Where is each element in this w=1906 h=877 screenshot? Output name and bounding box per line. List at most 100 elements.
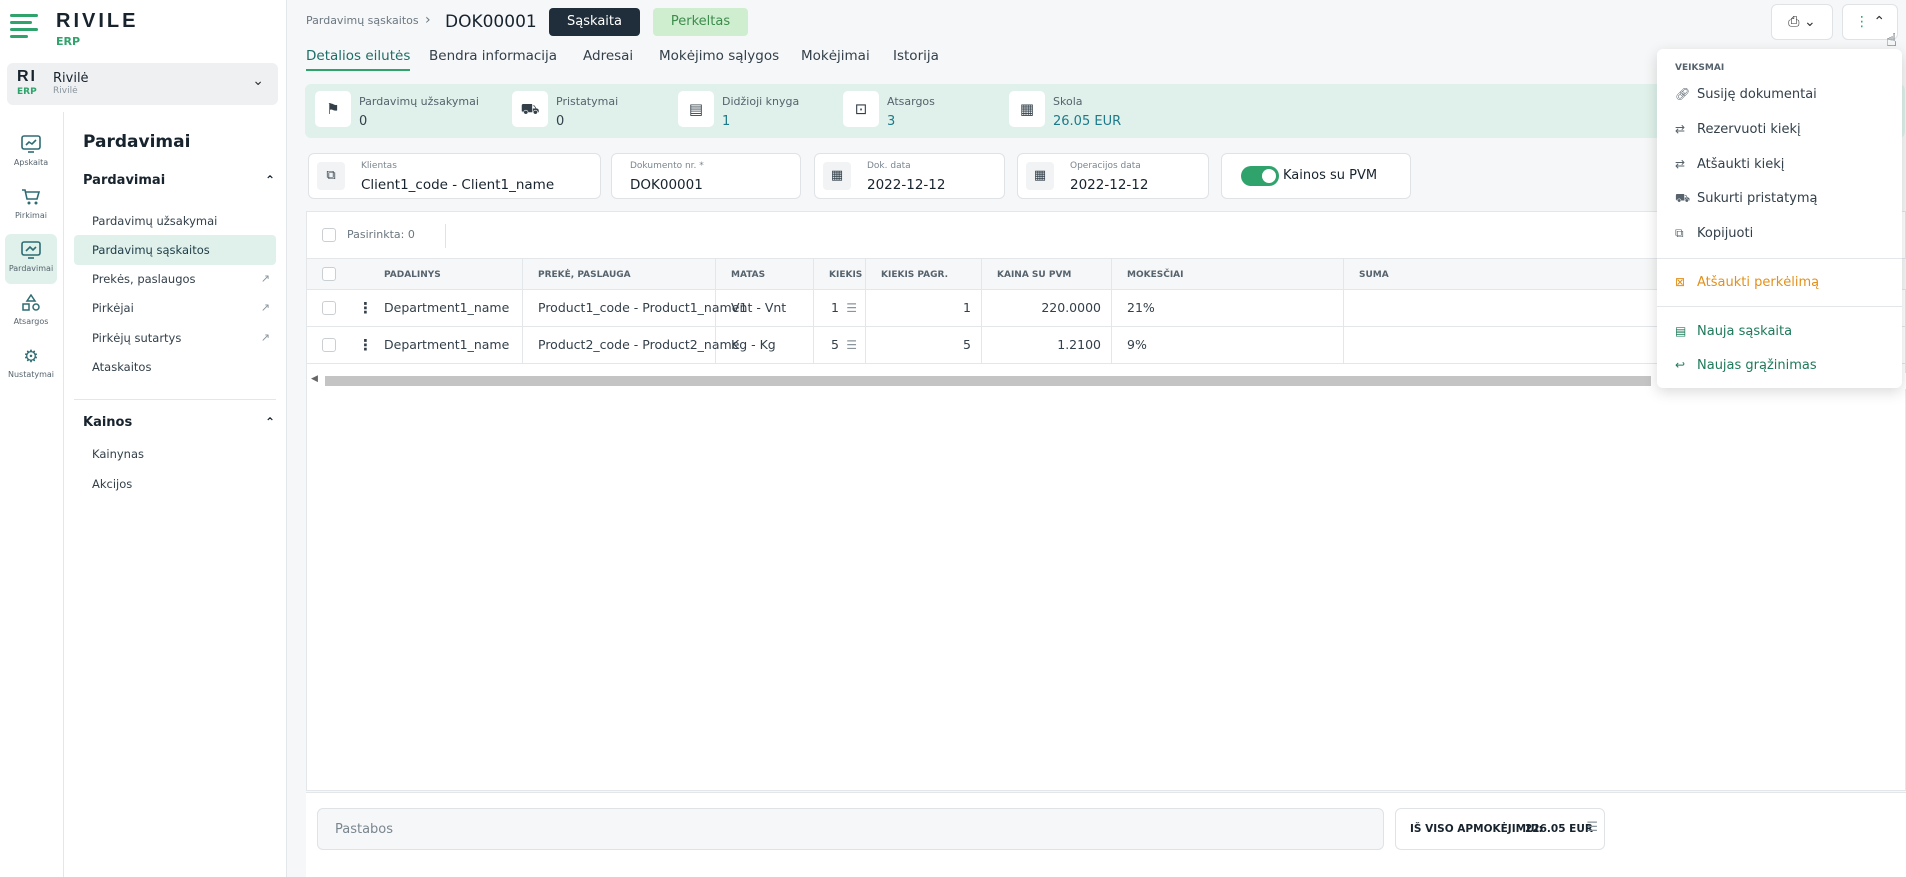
stat-value: 0 (359, 114, 368, 129)
column-header[interactable]: MOKESČIAI (1112, 259, 1344, 291)
link-icon: 🔗︎ (1675, 87, 1691, 101)
hamburger-icon[interactable] (10, 12, 48, 40)
vat-toggle-switch[interactable] (1241, 166, 1279, 186)
open-link-icon[interactable]: ⧉ (317, 162, 345, 190)
chevron-up-icon: ⌃ (1873, 14, 1886, 30)
chevron-right-icon: › (425, 12, 431, 28)
rail-item-atsargos[interactable]: Atsargos (5, 287, 57, 337)
rail-item-apskaita[interactable]: Apskaita (5, 128, 57, 178)
stat-pristatymai[interactable]: ⛟ Pristatymai 0 (512, 89, 662, 133)
cell-unit: Vnt - Vnt (716, 290, 814, 326)
column-header[interactable]: KIEKIS PAGR. (866, 259, 982, 291)
scroll-left-icon[interactable]: ◀ (311, 374, 318, 384)
column-header[interactable]: SUMA (1344, 259, 1504, 291)
menu-item-susije-dokumentai[interactable]: 🔗︎ Susiję dokumentai (1675, 81, 1890, 107)
menu-item-atsaukti-perkelima[interactable]: ⊠ Atšaukti perkėlimą (1675, 269, 1890, 295)
tab-mokejimai[interactable]: Mokėjimai (801, 48, 870, 64)
field-value: DOK00001 (630, 177, 703, 193)
menu-item-naujas-grazinimas[interactable]: ↩ Naujas grąžinimas (1675, 352, 1890, 378)
menu-item-label: Atšaukti kiekį (1697, 157, 1785, 172)
menu-item-kopijuoti[interactable]: ⧉ Kopijuoti (1675, 220, 1890, 246)
divider (445, 224, 446, 248)
calendar-icon[interactable]: ▦ (823, 162, 851, 190)
cell-quantity: 1 ☰ (814, 290, 866, 326)
document-date-field[interactable]: ▦ Dok. data 2022-12-12 (814, 153, 1005, 199)
tab-detalios-eilutes[interactable]: Detalios eilutės (306, 48, 411, 71)
tab-istorija[interactable]: Istorija (893, 48, 939, 64)
chevron-down-icon: ⌄ (1803, 14, 1816, 30)
select-all-checkbox[interactable] (322, 228, 336, 242)
menu-item-atsaukti-kieki[interactable]: ⇄ Atšaukti kiekį (1675, 151, 1890, 177)
brand-name: RIVILE (56, 10, 139, 32)
menu-section-pardavimai[interactable]: Pardavimai ⌃ (83, 173, 275, 195)
tab-mokejimo-salygos[interactable]: Mokėjimo sąlygos (659, 48, 779, 64)
cell-tax: 21% (1112, 290, 1344, 326)
menu-item-label: Pirkėjų sutartys (92, 331, 182, 345)
company-logo: RI (17, 68, 37, 85)
chevron-up-icon: ⌃ (264, 173, 275, 187)
cell-department: Department1_name (369, 327, 523, 363)
print-button[interactable]: ⎙ ⌄ (1771, 4, 1833, 40)
menu-item-rezervuoti-kieki[interactable]: ⇄ Rezervuoti kiekį (1675, 116, 1890, 142)
document-type-button[interactable]: Sąskaita (549, 8, 640, 36)
rail-item-pirkimai[interactable]: Pirkimai (5, 181, 57, 231)
field-label: Dok. data (867, 161, 911, 171)
stat-pardavimu-uzsakymai[interactable]: ⚑ Pardavimų užsakymai 0 (315, 89, 505, 133)
chart-icon (20, 135, 42, 155)
menu-item-prekes-paslaugos[interactable]: Prekės, paslaugos ↗ (74, 264, 276, 294)
menu-item-kainynas[interactable]: Kainynas (74, 439, 276, 469)
calendar-icon[interactable]: ▦ (1026, 162, 1054, 190)
menu-item-label: Ataskaitos (92, 360, 152, 374)
menu-item-pirkejai[interactable]: Pirkėjai ↗ (74, 293, 276, 323)
field-label: Dokumento nr. * (630, 161, 704, 171)
menu-item-sukurti-pristatyma[interactable]: ⛟ Sukurti pristatymą (1675, 185, 1890, 211)
menu-item-akcijos[interactable]: Akcijos (74, 469, 276, 499)
row-checkbox[interactable] (322, 301, 336, 315)
scrollbar-thumb[interactable] (325, 376, 1651, 386)
menu-item-nauja-saskaita[interactable]: ▤ Nauja sąskaita (1675, 318, 1890, 344)
row-checkbox[interactable] (322, 338, 336, 352)
stat-didzioji-knyga[interactable]: ▤ Didžioji knyga 1 (678, 89, 828, 133)
chevron-up-icon: ⌃ (264, 415, 275, 429)
tab-adresai[interactable]: Adresai (583, 48, 633, 64)
notes-input[interactable]: Pastabos (317, 808, 1384, 850)
column-header[interactable]: KAINA SU PVM (982, 259, 1112, 291)
column-header[interactable]: MATAS (716, 259, 814, 291)
stat-value: 0 (556, 114, 565, 129)
menu-item-label: Pardavimų užsakymai (92, 214, 218, 228)
menu-item-pardavimu-saskaitos[interactable]: Pardavimų sąskaitos (74, 235, 276, 265)
menu-section-kainos[interactable]: Kainos ⌃ (83, 415, 275, 437)
cell-tax: 9% (1112, 327, 1344, 363)
app-logo[interactable]: RIVILE ERP (10, 8, 150, 48)
column-header[interactable]: KIEKIS (814, 259, 866, 291)
menu-item-pardavimu-uzsakymai[interactable]: Pardavimų užsakymai (74, 206, 276, 236)
rail-item-pardavimai[interactable]: Pardavimai (5, 234, 57, 284)
module-rail: Apskaita Pirkimai Pardavimai Atsargos ⚙ … (0, 112, 64, 877)
operation-date-field[interactable]: ▦ Operacijos data 2022-12-12 (1017, 153, 1209, 199)
cell-price: 1.2100 (982, 327, 1112, 363)
header-checkbox[interactable] (322, 267, 336, 281)
swap-icon: ⇄ (1675, 157, 1686, 171)
company-selector[interactable]: RI ERP Rivilė Rivilė ⌄ (7, 63, 278, 105)
pointer-cursor-icon: ☝ (1886, 30, 1897, 51)
list-icon[interactable]: ☰ (846, 327, 857, 363)
list-icon[interactable]: ☰ (846, 290, 857, 326)
stat-skola[interactable]: ▦ Skola 26.05 EUR (1009, 89, 1159, 133)
menu-item-pirkeju-sutartys[interactable]: Pirkėjų sutartys ↗ (74, 323, 276, 353)
cart-icon (20, 188, 42, 208)
rail-item-nustatymai[interactable]: ⚙ Nustatymai (5, 340, 57, 390)
breadcrumb[interactable]: Pardavimų sąskaitos (306, 14, 419, 27)
document-number-field[interactable]: Dokumento nr. * DOK00001 (611, 153, 801, 199)
menu-item-ataskaitos[interactable]: Ataskaitos (74, 352, 276, 382)
list-icon[interactable]: ☰ (1586, 820, 1598, 835)
vat-toggle-field: Kainos su PVM (1221, 153, 1411, 199)
tab-bendra-informacija[interactable]: Bendra informacija (429, 48, 557, 64)
field-label: Klientas (361, 161, 397, 171)
client-field[interactable]: ⧉ Klientas Client1_code - Client1_name (308, 153, 601, 199)
column-header[interactable]: PREKĖ, PASLAUGA (523, 259, 716, 291)
menu-item-label: Pardavimų sąskaitos (92, 243, 210, 257)
menu-item-label: Akcijos (92, 477, 133, 491)
column-header[interactable]: PADALINYS (369, 259, 523, 291)
stat-atsargos[interactable]: ⊡ Atsargos 3 (843, 89, 993, 133)
dropdown-title: VEIKSMAI (1675, 63, 1725, 73)
